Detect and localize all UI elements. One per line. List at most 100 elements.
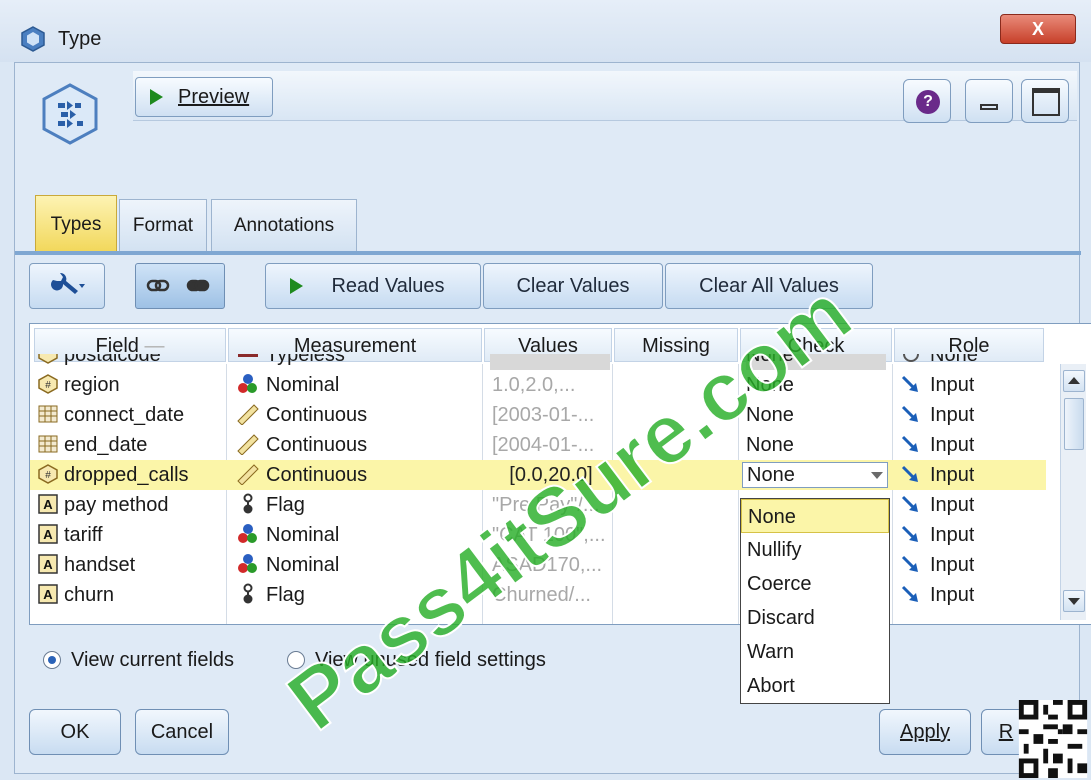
string-field-icon: A xyxy=(38,524,58,544)
field-name: end_date xyxy=(64,434,148,456)
role: Input xyxy=(930,584,975,606)
check-option-discard[interactable]: Discard xyxy=(741,601,889,635)
string-field-icon: A xyxy=(38,584,58,604)
measurement: Flag xyxy=(266,494,305,516)
tab-types[interactable]: Types xyxy=(35,195,117,251)
table-row[interactable]: Atariff Nominal "CAT 100",... Input xyxy=(30,520,1046,550)
help-button[interactable]: ? xyxy=(903,79,951,123)
field-name: tariff xyxy=(64,524,103,546)
string-field-icon xyxy=(38,354,58,364)
scroll-down-button[interactable] xyxy=(1063,590,1085,612)
minimize-button[interactable] xyxy=(965,79,1013,123)
ok-button[interactable]: OK xyxy=(29,709,121,755)
cancel-button[interactable]: Cancel xyxy=(135,709,229,755)
check-option-warn[interactable]: Warn xyxy=(741,635,889,669)
role: Input xyxy=(930,524,975,546)
values: Churned/... xyxy=(492,584,591,606)
type-node-icon xyxy=(21,26,45,52)
triangle-up-icon xyxy=(1068,377,1080,384)
field-name: dropped_calls xyxy=(64,464,189,486)
input-arrow-icon xyxy=(901,435,918,452)
field-links-toggle[interactable] xyxy=(135,263,225,309)
values: ASAD170,... xyxy=(492,554,603,576)
role: Input xyxy=(930,374,975,396)
svg-text:A: A xyxy=(43,587,53,602)
flag-icon xyxy=(243,583,253,604)
check-value: None xyxy=(746,434,794,456)
role: Input xyxy=(930,464,975,486)
tab-format[interactable]: Format xyxy=(119,199,207,251)
view-unused-fields-option[interactable]: View unused field settings xyxy=(287,645,546,675)
values: "CAT 100",... xyxy=(492,524,606,546)
measurement: Continuous xyxy=(266,464,368,486)
input-arrow-icon xyxy=(901,555,918,572)
measurement: Continuous xyxy=(266,404,368,426)
table-row[interactable]: connect_date Continuous [2003-01-... Non… xyxy=(30,400,1046,430)
continuous-ruler-icon xyxy=(237,434,259,455)
check-option-none[interactable]: None xyxy=(741,499,889,533)
check-value: None xyxy=(746,404,794,426)
preview-label: Preview xyxy=(178,86,250,108)
measurement: Typeless xyxy=(266,354,345,366)
radio-unused-fields[interactable] xyxy=(287,651,305,669)
title-bar: Type X xyxy=(0,0,1091,62)
table-row[interactable]: # region Nominal 1.0,2.0,... None Input xyxy=(30,370,1046,400)
nominal-icon xyxy=(238,524,257,543)
type-node-large-icon xyxy=(42,83,98,145)
check-option-nullify[interactable]: Nullify xyxy=(741,533,889,567)
svg-text:#: # xyxy=(45,380,51,391)
clear-values-button[interactable]: Clear Values xyxy=(483,263,663,309)
date-field-icon xyxy=(38,435,58,453)
view-current-fields-option[interactable]: View current fields xyxy=(43,645,234,675)
view-current-fields-label: View current fields xyxy=(71,649,235,671)
table-row-selected[interactable]: # dropped_calls Continuous [0.0,20.0] Non… xyxy=(30,460,1046,490)
table-row[interactable]: Apay method Flag "Pre Pay"/... Input xyxy=(30,490,1046,520)
maximize-icon xyxy=(1032,88,1060,116)
role: Input xyxy=(930,554,975,576)
minimize-icon xyxy=(980,104,998,110)
check-option-abort[interactable]: Abort xyxy=(741,669,889,703)
table-row[interactable]: Achurn Flag Churned/... Input xyxy=(30,580,1046,610)
radio-current-fields[interactable] xyxy=(43,651,61,669)
apply-button[interactable]: Apply xyxy=(879,709,971,755)
type-dialog: Type X Preview ? Types Format Annotation… xyxy=(0,0,1091,780)
play-icon xyxy=(150,89,163,105)
input-arrow-icon xyxy=(901,465,918,482)
field-name: churn xyxy=(64,584,115,606)
flag-icon xyxy=(243,493,253,514)
role: Input xyxy=(930,434,975,456)
scroll-up-button[interactable] xyxy=(1063,370,1085,392)
tab-annotations[interactable]: Annotations xyxy=(211,199,357,251)
check-value: None xyxy=(746,374,794,396)
check-dropdown[interactable]: None xyxy=(742,462,888,488)
table-row[interactable]: postalcode Typeless None None xyxy=(30,354,1046,370)
check-option-coerce[interactable]: Coerce xyxy=(741,567,889,601)
tools-menu-button[interactable] xyxy=(29,263,105,309)
measurement: Nominal xyxy=(266,554,340,576)
read-values-button[interactable]: Read Values xyxy=(265,263,481,309)
measurement: Nominal xyxy=(266,374,340,396)
table-scrollbar[interactable] xyxy=(1060,364,1086,620)
role: Input xyxy=(930,404,975,426)
table-row[interactable]: end_date Continuous [2004-01-... None In… xyxy=(30,430,1046,460)
field-name: postalcode xyxy=(64,354,161,366)
play-icon xyxy=(290,278,303,294)
continuous-ruler-icon xyxy=(237,464,259,485)
close-button[interactable]: X xyxy=(1000,14,1076,44)
table-row[interactable]: Ahandset Nominal ASAD170,... Input xyxy=(30,550,1046,580)
triangle-down-icon xyxy=(1068,598,1080,605)
fields-table: Field — Measurement Values Missing Check… xyxy=(29,323,1091,625)
clear-all-values-button[interactable]: Clear All Values xyxy=(665,263,873,309)
numeric-field-icon: # xyxy=(38,374,58,394)
chain-link-icon xyxy=(146,279,210,292)
date-field-icon xyxy=(38,405,58,423)
input-arrow-icon xyxy=(901,585,918,602)
maximize-button[interactable] xyxy=(1021,79,1069,123)
scroll-thumb[interactable] xyxy=(1064,398,1084,450)
wrench-icon xyxy=(51,272,85,294)
preview-button[interactable]: Preview xyxy=(135,77,273,117)
field-name: pay method xyxy=(64,494,169,516)
check-dropdown-value: None xyxy=(747,464,795,486)
typeless-icon xyxy=(238,354,258,357)
values: [0.0,20.0] xyxy=(509,464,593,486)
